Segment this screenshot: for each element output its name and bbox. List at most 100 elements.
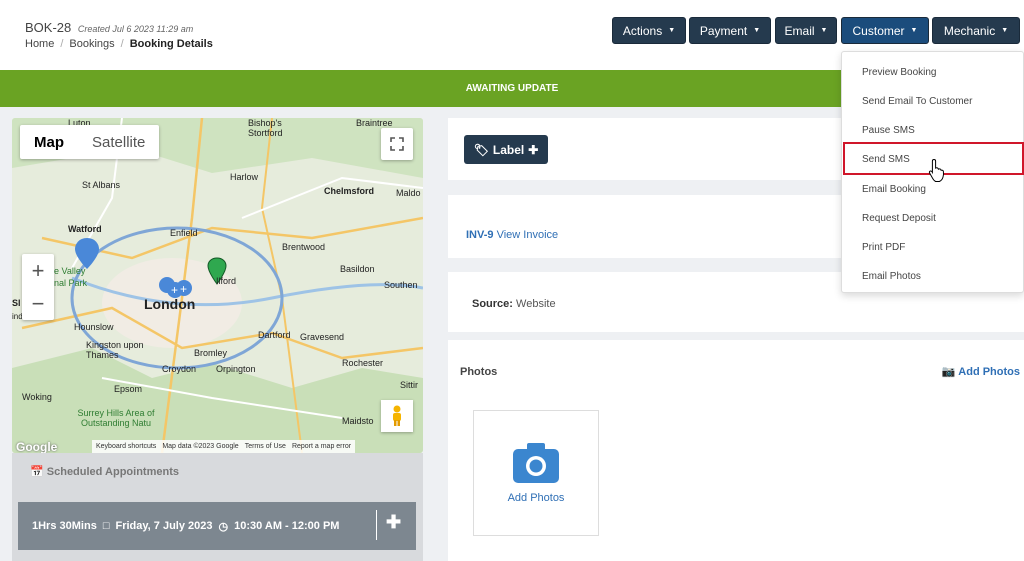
- caret-down-icon: ▼: [820, 27, 828, 34]
- add-appointment-button[interactable]: ✚: [386, 512, 401, 533]
- menu-item-pause-sms[interactable]: Pause SMS: [862, 125, 915, 136]
- email-label: Email: [784, 23, 815, 38]
- map-place: Watford: [68, 224, 102, 234]
- map-view[interactable]: + + Luton Bishop's Stortford Braintree H…: [12, 118, 423, 453]
- scheduled-appointments-title: 📅 Scheduled Appointments: [30, 465, 179, 478]
- view-invoice-text: View Invoice: [496, 229, 559, 241]
- map-place: Chelmsford: [324, 186, 375, 196]
- hand-cursor-icon: [928, 158, 946, 185]
- booking-created: Created Jul 6 2023 11:29 am: [77, 24, 194, 34]
- report-error-link[interactable]: Report a map error: [292, 443, 351, 450]
- zoom-control: + −: [22, 254, 54, 320]
- map-place: Southen: [384, 280, 418, 290]
- fullscreen-icon: [390, 137, 404, 151]
- invoice-link[interactable]: INV-9 View Invoice: [466, 229, 558, 241]
- caret-down-icon: ▼: [753, 27, 761, 34]
- map-footer: Google Keyboard shortcuts Map data ©2023…: [12, 440, 423, 453]
- terms-link[interactable]: Terms of Use: [245, 443, 286, 450]
- actions-dropdown-button[interactable]: Actions ▼: [612, 17, 686, 44]
- status-text: AWAITING UPDATE: [465, 83, 559, 94]
- map-place: Braintree: [356, 118, 393, 128]
- zoom-in-button[interactable]: +: [22, 254, 54, 287]
- map-place: nal Park: [54, 278, 88, 288]
- map-place: Epsom: [114, 384, 143, 394]
- mechanic-label: Mechanic: [943, 23, 996, 38]
- appointment-time: 10:30 AM - 12:00 PM: [234, 520, 340, 532]
- pegman-icon: [393, 405, 401, 426]
- photos-card: Photos 📷 Add Photos Add Photos: [448, 340, 1024, 561]
- map-place: Orpington: [216, 364, 256, 374]
- zoom-out-button[interactable]: −: [22, 287, 54, 320]
- menu-item-preview-booking[interactable]: Preview Booking: [862, 67, 936, 78]
- map-place: Ilford: [216, 276, 237, 286]
- map-place: Maldo: [396, 188, 421, 198]
- map-place: Maidsto: [342, 416, 374, 426]
- breadcrumb-home[interactable]: Home: [25, 38, 54, 50]
- add-label-button[interactable]: 🏷 Label ✚: [464, 135, 548, 164]
- map-type-satellite-button[interactable]: Satellite: [78, 125, 159, 159]
- svg-text:+: +: [180, 282, 187, 296]
- menu-item-print-pdf[interactable]: Print PDF: [862, 242, 905, 253]
- source-value: Website: [516, 298, 556, 310]
- map-data-text: Map data ©2023 Google: [162, 443, 239, 450]
- email-dropdown-button[interactable]: Email ▼: [775, 17, 837, 44]
- booking-id: BOK-28: [25, 20, 72, 35]
- map-place: Enfield: [170, 228, 198, 238]
- map-place: Brentwood: [282, 242, 326, 252]
- map-place: Harlow: [230, 172, 259, 182]
- map-place: St Albans: [82, 180, 121, 190]
- map-place: Hounslow: [74, 322, 114, 332]
- camera-icon: [513, 443, 559, 483]
- caret-down-icon: ▼: [1001, 27, 1009, 34]
- map-place: Sittir: [400, 380, 418, 390]
- scheduled-appointments-panel: 📅 Scheduled Appointments 1Hrs 30Mins □ F…: [12, 453, 423, 561]
- map-place: Woking: [22, 392, 52, 402]
- map-place-london: London: [144, 296, 196, 312]
- map-place: Kingston upon Thames: [86, 340, 144, 360]
- source-line: Source: Website: [472, 298, 556, 310]
- street-view-pegman[interactable]: [381, 400, 413, 432]
- invoice-number: INV-9: [466, 229, 494, 241]
- menu-item-email-photos[interactable]: Email Photos: [862, 271, 921, 282]
- caret-down-icon: ▼: [910, 27, 918, 34]
- map-type-control: Map Satellite: [20, 125, 160, 159]
- add-photos-tile[interactable]: Add Photos: [473, 410, 599, 536]
- payment-dropdown-button[interactable]: Payment ▼: [689, 17, 771, 44]
- fullscreen-button[interactable]: [381, 128, 413, 160]
- booking-id-line: BOK-28 Created Jul 6 2023 11:29 am: [25, 20, 193, 35]
- breadcrumb: Home / Bookings / Booking Details: [25, 38, 213, 50]
- add-photos-tile-label: Add Photos: [507, 492, 565, 504]
- breadcrumb-bookings[interactable]: Bookings: [69, 38, 114, 50]
- map-place: e Valley: [54, 266, 86, 276]
- map-place: Gravesend: [300, 332, 345, 342]
- svg-text:+: +: [171, 283, 178, 297]
- breadcrumb-current: Booking Details: [129, 38, 213, 50]
- appointment-divider: [376, 510, 377, 540]
- calendar-icon: 📅: [30, 466, 44, 478]
- scheduled-title-text: Scheduled Appointments: [46, 466, 179, 478]
- mechanic-dropdown-button[interactable]: Mechanic ▼: [932, 17, 1020, 44]
- payment-label: Payment: [699, 23, 748, 38]
- map-attribution: Keyboard shortcuts Map data ©2023 Google…: [92, 440, 356, 453]
- map-place: Croydon: [162, 364, 197, 374]
- customer-dropdown-button[interactable]: Customer ▼: [841, 17, 929, 44]
- map-place: Rochester: [342, 358, 384, 368]
- map-place: Sl: [12, 298, 21, 308]
- map-type-map-button[interactable]: Map: [20, 125, 78, 159]
- menu-item-send-sms[interactable]: Send SMS: [862, 154, 910, 165]
- map-place: Surrey Hills Area of Outstanding Natu: [77, 408, 155, 428]
- label-button-text: Label: [492, 142, 525, 157]
- appointment-date: Friday, 7 July 2023: [115, 520, 213, 532]
- camera-icon: 📷: [941, 366, 956, 378]
- menu-item-request-deposit[interactable]: Request Deposit: [862, 213, 936, 224]
- appointment-row[interactable]: 1Hrs 30Mins □ Friday, 7 July 2023 ◷ 10:3…: [18, 502, 416, 550]
- menu-item-send-email-to-customer[interactable]: Send Email To Customer: [862, 96, 972, 107]
- menu-item-email-booking[interactable]: Email Booking: [862, 184, 926, 195]
- caret-down-icon: ▼: [668, 27, 676, 34]
- photos-title: Photos: [460, 366, 498, 378]
- plus-icon: ✚: [528, 142, 539, 157]
- keyboard-shortcuts-link[interactable]: Keyboard shortcuts: [96, 443, 156, 450]
- add-photos-link[interactable]: 📷 Add Photos: [942, 365, 1020, 378]
- customer-label: Customer: [852, 23, 905, 38]
- map-place: Bromley: [194, 348, 228, 358]
